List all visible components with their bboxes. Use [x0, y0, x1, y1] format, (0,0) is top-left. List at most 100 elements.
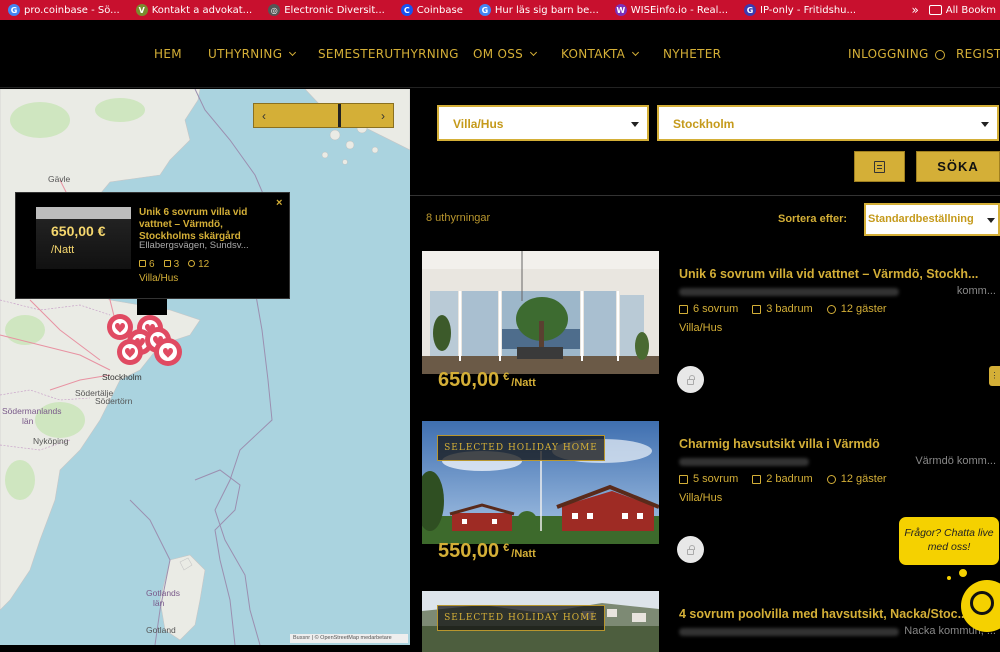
bed-icon: [679, 304, 688, 314]
google-icon: G: [478, 4, 491, 16]
slider-next-icon[interactable]: ›: [381, 109, 385, 123]
nav-semesteruthyrning[interactable]: SEMESTERUTHYRNING: [318, 47, 459, 61]
guests-icon: [826, 304, 836, 314]
slider-prev-icon[interactable]: ‹: [262, 109, 266, 123]
popup-guests: 12: [188, 259, 209, 270]
map-label-sodertorn: Södertörn: [95, 396, 133, 406]
advanced-filter-button[interactable]: [854, 151, 905, 182]
listing-address: komm...: [679, 285, 1000, 298]
sort-label: Sortera efter:: [778, 213, 848, 225]
g-icon: G: [744, 4, 756, 16]
map-label-gotlands: Gotlands: [146, 588, 180, 598]
popup-bathrooms: 3: [163, 259, 179, 270]
nav-om-oss-label: OM OSS: [473, 47, 524, 61]
folder-icon: [928, 5, 942, 15]
nav-uthyrning-label: UTHYRNING: [208, 47, 283, 61]
nav-login[interactable]: INLOGGNING: [848, 47, 929, 61]
listing-price: 650,00 €/Natt: [438, 369, 536, 391]
popup-price: 650,00 €: [51, 223, 106, 239]
bed-icon: [679, 474, 688, 484]
sort-select-value: Standardbeställning: [868, 213, 974, 225]
map[interactable]: Gävle Stockholm Södertälje Södertörn Söd…: [0, 89, 410, 645]
close-icon[interactable]: ×: [276, 197, 282, 209]
location-select[interactable]: Stockholm: [657, 105, 999, 141]
all-bookmarks-folder[interactable]: All Bookm: [928, 4, 1000, 16]
type-select[interactable]: Villa/Hus: [437, 105, 649, 141]
popup-title[interactable]: Unik 6 sovrum villa vid vattnet – Värmdö…: [139, 207, 269, 243]
listing-title[interactable]: Unik 6 sovrum villa vid vattnet – Värmdö…: [679, 267, 1000, 281]
map-label-sodermanlands: Södermanlands: [2, 406, 62, 416]
bookmark-item[interactable]: V Kontakt a advokat...: [128, 0, 260, 20]
map-popup: 650,00 € /Natt Unik 6 sovrum villa vid v…: [15, 192, 290, 299]
slider-handle[interactable]: [338, 104, 341, 127]
bookmark-item[interactable]: G Hur läs sig barn be...: [471, 0, 607, 20]
nav-kontakta[interactable]: KONTAKTA: [561, 47, 640, 61]
favorite-button[interactable]: [677, 536, 704, 563]
divider: [410, 195, 1000, 196]
filter-icon: [874, 160, 885, 173]
listing-guests: 12 gäster: [826, 473, 887, 485]
listing-image[interactable]: [422, 251, 659, 374]
bookmark-label: pro.coinbase - Sö...: [24, 4, 120, 16]
v-icon: V: [135, 4, 148, 16]
lock-icon: [687, 544, 695, 555]
bookmark-item[interactable]: G IP-only - Fritidshu...: [736, 0, 864, 20]
side-handle[interactable]: ⋮: [989, 366, 1000, 386]
wise-icon: W: [614, 4, 627, 16]
listing-title[interactable]: Charmig havsutsikt villa i Värmdö: [679, 437, 1000, 451]
bookmark-item[interactable]: C Coinbase: [393, 0, 471, 20]
nav-nyheter[interactable]: NYHETER: [663, 47, 721, 61]
bookmark-item[interactable]: W WISEinfo.io - Real...: [607, 0, 736, 20]
chat-icon: [970, 591, 994, 615]
type-select-value: Villa/Hus: [453, 117, 504, 131]
popup-bedrooms: 6: [139, 259, 155, 270]
sort-select[interactable]: Standardbeställning: [864, 203, 1000, 236]
map-label-stockholm: Stockholm: [102, 372, 142, 382]
user-icon[interactable]: [935, 50, 945, 60]
listing-image[interactable]: SELECTED HOLIDAY HOME: [422, 421, 659, 544]
bookmark-label: WISEinfo.io - Real...: [630, 4, 728, 16]
listing-title[interactable]: 4 sovrum poolvilla med havsutsikt, Nacka…: [679, 607, 1000, 621]
popup-unit: /Natt: [51, 244, 75, 256]
listing-address: Nacka kommun, ...: [679, 625, 1000, 638]
dropdown-arrow-icon: [631, 122, 639, 127]
chat-bubble-tail: [946, 575, 952, 581]
map-canvas: Gävle Stockholm Södertälje Södertörn Söd…: [0, 89, 410, 645]
bookmark-label: Coinbase: [416, 4, 463, 16]
bookmarks-more-button[interactable]: »: [901, 3, 928, 17]
chevron-down-icon: [289, 48, 297, 57]
search-button[interactable]: SÖKA: [916, 151, 1000, 182]
popup-pointer: [137, 299, 167, 315]
chevron-down-icon: [530, 48, 538, 57]
popup-stats: 6 3 12: [139, 259, 209, 270]
bookmark-item[interactable]: Gpro.coinbase - Sö...: [0, 0, 128, 20]
nav-om-oss[interactable]: OM OSS: [473, 47, 538, 61]
map-slider[interactable]: ‹ ›: [253, 103, 394, 128]
favorite-button[interactable]: [677, 366, 704, 393]
listing-image[interactable]: SELECTED HOLIDAY HOME: [422, 591, 659, 652]
chat-bubble-tail: [958, 568, 968, 578]
guests-icon: [188, 260, 196, 267]
map-label-gotland: Gotland: [146, 625, 176, 635]
lock-icon: [687, 374, 695, 385]
nav-register[interactable]: REGISTE: [956, 47, 1000, 61]
nav-hem[interactable]: HEM: [154, 47, 182, 61]
chat-bubble[interactable]: Frågor? Chatta live med oss!: [898, 516, 1000, 566]
listing-type: Villa/Hus: [679, 492, 723, 504]
bed-icon: [139, 260, 146, 267]
bath-icon: [752, 304, 762, 314]
listing-bedrooms: 6 sovrum: [679, 303, 738, 315]
listing-address: Värmdö komm...: [679, 455, 1000, 468]
nav-kontakta-label: KONTAKTA: [561, 47, 626, 61]
popup-type: Villa/Hus: [139, 273, 179, 284]
listing-stats: 6 sovrum 3 badrum 12 gäster: [679, 303, 887, 315]
nav-uthyrning[interactable]: UTHYRNING: [208, 47, 297, 61]
bookmark-item[interactable]: ◎ Electronic Diversit...: [260, 0, 393, 20]
bath-icon: [752, 474, 762, 484]
listing-bathrooms: 3 badrum: [752, 303, 813, 315]
google-icon: G: [8, 4, 20, 16]
bookmark-label: Hur läs sig barn be...: [494, 4, 599, 16]
all-bookmarks-label: All Bookm: [945, 4, 996, 16]
map-attribution[interactable]: Bussnr | © OpenStreetMap medarbetare: [290, 634, 408, 643]
dropdown-arrow-icon: [981, 122, 989, 127]
